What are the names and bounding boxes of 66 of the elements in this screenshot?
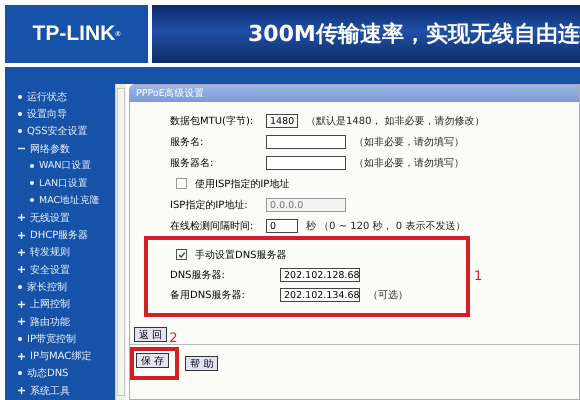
plus-icon[interactable] bbox=[18, 387, 25, 394]
plus-icon[interactable] bbox=[18, 266, 25, 274]
menu-item[interactable]: 设置向导 bbox=[27, 106, 67, 121]
bullet-icon bbox=[18, 284, 22, 289]
plus-icon[interactable] bbox=[18, 300, 25, 308]
bullet-icon bbox=[30, 164, 34, 168]
menu-item[interactable]: 上网控制 bbox=[30, 297, 70, 312]
input-field[interactable] bbox=[266, 156, 346, 170]
field-label: 服务名: bbox=[170, 136, 204, 148]
input-field[interactable]: 1480 bbox=[266, 114, 298, 128]
menu-item[interactable]: 家长控制 bbox=[27, 280, 67, 294]
menu-item[interactable]: IP带宽控制 bbox=[27, 332, 76, 346]
bullet-icon bbox=[18, 336, 22, 341]
input-field[interactable]: 202.102.128.68 bbox=[280, 268, 360, 282]
menu-item[interactable]: 系统工具 bbox=[30, 384, 70, 398]
bullet-icon bbox=[18, 112, 22, 116]
logo: TP-LINK$^{®}$ bbox=[5, 5, 148, 63]
menu-item[interactable]: DHCP服务器 bbox=[30, 228, 88, 242]
scrollbar[interactable] bbox=[115, 84, 126, 400]
field-hint: （默认是1480， 如非必要，请勿修改） bbox=[306, 114, 485, 128]
field-hint: （可选） bbox=[368, 288, 408, 302]
annotation-number: 2 bbox=[169, 331, 178, 346]
annotation-number: 1 bbox=[474, 269, 482, 284]
bullet-icon bbox=[30, 181, 34, 186]
plus-icon[interactable] bbox=[18, 214, 25, 222]
menu-item[interactable]: 路由功能 bbox=[30, 314, 70, 328]
bullet-icon bbox=[30, 198, 34, 202]
menu-item[interactable]: 安全设置 bbox=[30, 262, 70, 277]
menu-item[interactable]: LAN口设置 bbox=[39, 176, 88, 190]
plus-icon[interactable] bbox=[18, 352, 25, 360]
checkbox-label: 使用ISP指定的IP地址 bbox=[195, 178, 290, 190]
input-field[interactable]: 0 bbox=[266, 218, 298, 232]
plus-icon[interactable] bbox=[18, 248, 25, 256]
bullet-icon bbox=[18, 129, 22, 134]
checkbox[interactable] bbox=[176, 178, 187, 189]
field-label: 服务器名: bbox=[170, 156, 214, 170]
menu-item[interactable]: 无线设置 bbox=[30, 210, 70, 225]
menu-item[interactable]: MAC地址克隆 bbox=[39, 194, 100, 207]
input-field[interactable] bbox=[266, 134, 346, 148]
field-hint: （如非必要，请勿填写） bbox=[354, 156, 464, 170]
menu-item[interactable]: 运行状态 bbox=[27, 90, 67, 104]
menu-item[interactable]: 网络参数 bbox=[30, 142, 70, 156]
help-button[interactable]: 帮 助 bbox=[185, 356, 218, 371]
save-button[interactable]: 保 存 bbox=[136, 353, 170, 368]
menu-item[interactable]: WAN口设置 bbox=[39, 159, 92, 172]
menu-item[interactable]: 动态DNS bbox=[27, 366, 69, 380]
field-label: 数据包MTU(字节): bbox=[170, 114, 254, 128]
menu-item[interactable]: IP与MAC绑定 bbox=[30, 349, 92, 364]
checkbox[interactable] bbox=[176, 249, 187, 260]
field-label: 在线检测间隔时间: bbox=[170, 220, 254, 232]
plus-icon[interactable] bbox=[18, 318, 25, 325]
checkbox-label: 手动设置DNS服务器 bbox=[195, 248, 287, 262]
field-hint: （如非必要，请勿填写） bbox=[354, 136, 464, 148]
bullet-icon bbox=[18, 371, 22, 376]
field-label: 备用DNS服务器: bbox=[170, 288, 246, 302]
banner-text: 300M传输速率，实现无线自由连 bbox=[248, 20, 580, 49]
field-label: ISP指定的IP地址: bbox=[170, 198, 249, 212]
field-hint: 秒 （0 ~ 120 秒， 0 表示不发送） bbox=[306, 220, 466, 232]
menu-item[interactable]: QSS安全设置 bbox=[27, 124, 88, 138]
field-label: DNS服务器: bbox=[170, 268, 226, 282]
menu-item[interactable]: 转发规则 bbox=[30, 245, 70, 260]
panel-title: PPPoE高级设置 bbox=[130, 85, 579, 102]
plus-icon[interactable] bbox=[18, 232, 25, 239]
input-field[interactable]: 202.102.134.68 bbox=[280, 288, 360, 302]
back-button[interactable]: 返 回 bbox=[134, 327, 168, 342]
bullet-icon bbox=[18, 94, 22, 99]
